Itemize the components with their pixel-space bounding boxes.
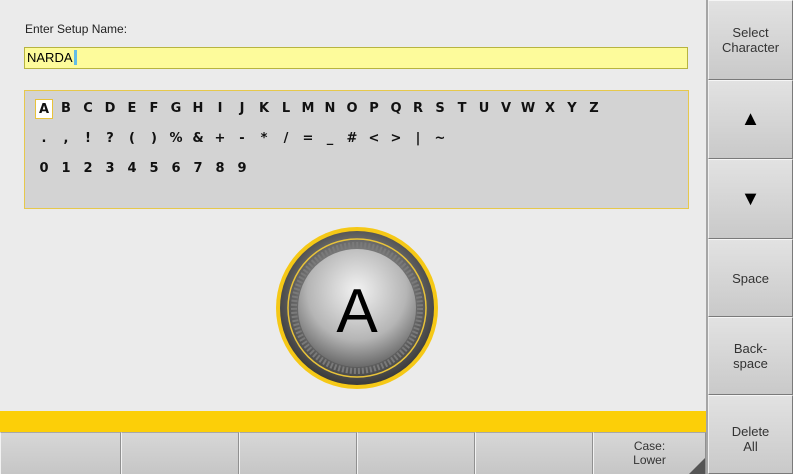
delete-all-label: Delete All (731, 424, 770, 454)
char-key[interactable]: > (387, 129, 405, 149)
char-key[interactable]: 8 (211, 159, 229, 179)
char-key[interactable]: 3 (101, 159, 119, 179)
space-label: Space (732, 270, 769, 286)
down-arrow-icon: ▼ (740, 187, 761, 210)
character-selector: ABCDEFGHIJKLMNOPQRSTUVWXYZ .,!?()% & + - * / =… (24, 90, 689, 209)
char-key[interactable]: A (35, 99, 53, 119)
side-button-panel: Select Character ▲ ▼ Space Back- space D… (706, 0, 793, 474)
char-key[interactable]: ) (145, 129, 163, 149)
char-key[interactable]: R (409, 99, 427, 119)
char-key[interactable]: 6 (167, 159, 185, 179)
char-key[interactable]: I (211, 99, 229, 119)
char-key[interactable]: N (321, 99, 339, 119)
char-key[interactable]: , (57, 129, 75, 149)
char-key[interactable]: W (519, 99, 537, 119)
char-key[interactable]: P (365, 99, 383, 119)
select-character-label: Select Character (721, 25, 780, 55)
setup-name-value: NARDA (27, 50, 73, 65)
char-key[interactable]: . (35, 129, 53, 149)
char-key[interactable]: & (189, 129, 207, 149)
char-key[interactable]: V (497, 99, 515, 119)
char-key[interactable]: = (299, 129, 317, 149)
char-key[interactable]: Y (563, 99, 581, 119)
softkey-4[interactable] (357, 432, 475, 474)
char-key[interactable]: F (145, 99, 163, 119)
char-key[interactable]: % (167, 129, 185, 149)
char-key[interactable]: * (255, 129, 273, 149)
backspace-button[interactable]: Back- space (708, 317, 793, 395)
setup-name-field[interactable]: NARDA (24, 47, 688, 69)
char-key[interactable]: 5 (145, 159, 163, 179)
char-key[interactable]: E (123, 99, 141, 119)
char-key[interactable]: J (233, 99, 251, 119)
char-key[interactable]: < (365, 129, 383, 149)
delete-all-button[interactable]: Delete All (708, 395, 793, 474)
symbols-row: .,!?()% & + - * / = _ # < > | ~ (35, 129, 535, 149)
char-key[interactable]: ~ (431, 129, 449, 149)
text-cursor (73, 50, 77, 65)
char-key[interactable]: ? (101, 129, 119, 149)
char-key[interactable]: 0 (35, 159, 53, 179)
char-key[interactable]: 1 (57, 159, 75, 179)
char-key[interactable]: ( (123, 129, 141, 149)
char-key[interactable]: M (299, 99, 317, 119)
select-character-button[interactable]: Select Character (708, 0, 793, 80)
char-key[interactable]: - (233, 129, 251, 149)
setup-name-prompt: Enter Setup Name: (25, 22, 128, 36)
softkey-2[interactable] (121, 432, 239, 474)
case-lower-button[interactable]: Case: Lower (593, 432, 706, 474)
digits-row: 0123456789 (35, 159, 335, 179)
status-stripe (0, 411, 706, 432)
char-key[interactable]: H (189, 99, 207, 119)
up-arrow-icon: ▲ (740, 108, 761, 130)
char-key[interactable]: O (343, 99, 361, 119)
letters-row: ABCDEFGHIJKLMNOPQRSTUVWXYZ (35, 99, 635, 119)
char-key[interactable]: B (57, 99, 75, 119)
char-key[interactable]: ! (79, 129, 97, 149)
corner-triangle-icon (689, 458, 705, 474)
char-key[interactable]: 2 (79, 159, 97, 179)
softkey-3[interactable] (239, 432, 357, 474)
softkey-bar: Case: Lower (0, 432, 706, 474)
char-key[interactable]: _ (321, 129, 339, 149)
char-key[interactable]: T (453, 99, 471, 119)
select-knob-icon[interactable]: A (274, 225, 440, 391)
main-panel: Enter Setup Name: NARDA ABCDEFGHIJKLMNOP… (0, 0, 706, 474)
char-key[interactable]: G (167, 99, 185, 119)
char-key[interactable]: S (431, 99, 449, 119)
backspace-label: Back- space (733, 341, 768, 371)
char-key[interactable]: U (475, 99, 493, 119)
char-key[interactable]: Z (585, 99, 603, 119)
down-arrow-button[interactable]: ▼ (708, 159, 793, 239)
char-key[interactable]: | (409, 129, 427, 149)
softkey-1[interactable] (0, 432, 121, 474)
char-key[interactable]: / (277, 129, 295, 149)
char-key[interactable]: 9 (233, 159, 251, 179)
char-key[interactable]: K (255, 99, 273, 119)
char-key[interactable]: L (277, 99, 295, 119)
char-key[interactable]: 4 (123, 159, 141, 179)
up-arrow-button[interactable]: ▲ (708, 80, 793, 159)
char-key[interactable]: Q (387, 99, 405, 119)
char-key[interactable]: X (541, 99, 559, 119)
char-key[interactable]: D (101, 99, 119, 119)
space-button[interactable]: Space (708, 239, 793, 317)
char-key[interactable]: 7 (189, 159, 207, 179)
dial-character: A (336, 277, 378, 346)
char-key[interactable]: C (79, 99, 97, 119)
char-key[interactable]: + (211, 129, 229, 149)
softkey-5[interactable] (475, 432, 593, 474)
char-key[interactable]: # (343, 129, 361, 149)
